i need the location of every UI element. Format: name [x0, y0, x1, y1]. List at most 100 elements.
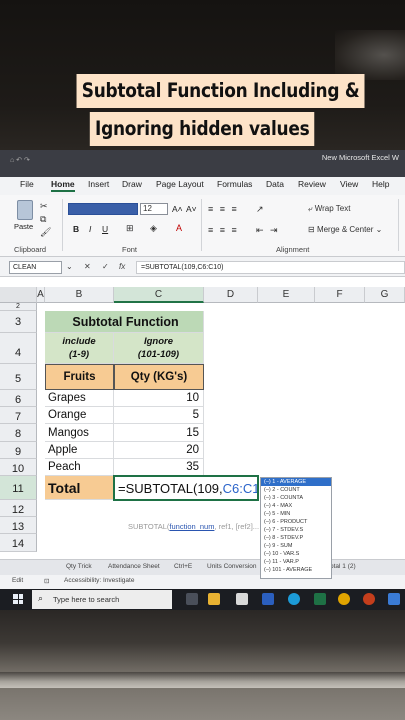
font-color-icon[interactable]: A: [176, 223, 182, 233]
quick-access-toolbar[interactable]: ⌂ ↶ ↷: [10, 156, 46, 166]
bold-button[interactable]: B: [73, 224, 79, 234]
total-formula-cell[interactable]: =SUBTOTAL(109,C6:C10: [113, 475, 259, 501]
wrap-text-button[interactable]: ⤶ Wrap Text: [308, 204, 350, 214]
autocomplete-option[interactable]: (–) 4 - MAX: [261, 502, 331, 510]
paste-button[interactable]: Paste: [14, 200, 36, 236]
col-header-b[interactable]: B: [45, 287, 114, 303]
row-header-9[interactable]: 9: [0, 442, 37, 459]
include-header[interactable]: include (1-9): [45, 333, 114, 364]
fruit-cell[interactable]: Apple: [45, 442, 114, 459]
sheet-tab[interactable]: Attendance Sheet: [108, 563, 160, 570]
namebox-dropdown-icon[interactable]: ⌄: [66, 262, 73, 271]
row-header-11[interactable]: 11: [0, 476, 37, 500]
fill-color-icon[interactable]: ◈: [150, 223, 157, 234]
tab-data[interactable]: Data: [266, 179, 284, 189]
qty-cell[interactable]: 10: [114, 390, 204, 407]
total-label-cell[interactable]: Total: [45, 476, 114, 500]
autocomplete-option[interactable]: (–) 1 - AVERAGE: [261, 478, 331, 486]
qty-cell[interactable]: 20: [114, 442, 204, 459]
autocomplete-option[interactable]: (–) 6 - PRODUCT: [261, 518, 331, 526]
row-header-13[interactable]: 13: [0, 517, 37, 534]
fruits-column-header[interactable]: Fruits: [45, 364, 114, 390]
macro-record-icon[interactable]: ⊡: [44, 577, 49, 585]
tab-draw[interactable]: Draw: [122, 179, 142, 189]
top-align-icon[interactable]: ≡ ≡ ≡: [208, 204, 239, 214]
row-header-10[interactable]: 10: [0, 459, 37, 476]
edge-icon[interactable]: [288, 593, 300, 605]
autocomplete-option[interactable]: (–) 2 - COUNT: [261, 486, 331, 494]
name-box[interactable]: CLEAN: [9, 261, 62, 274]
taskbar-search[interactable]: ⌕ Type here to search: [32, 590, 172, 609]
col-header-a[interactable]: A: [37, 287, 45, 303]
table-title[interactable]: Subtotal Function: [45, 311, 204, 333]
col-header-e[interactable]: E: [258, 287, 315, 303]
function-num-autocomplete[interactable]: (–) 1 - AVERAGE (–) 2 - COUNT (–) 3 - CO…: [260, 477, 332, 579]
qty-cell[interactable]: 35: [114, 459, 204, 476]
tab-review[interactable]: Review: [298, 179, 326, 189]
ignore-header[interactable]: Ignore (101-109): [114, 333, 204, 364]
tab-page-layout[interactable]: Page Layout: [156, 179, 204, 189]
row-header-3[interactable]: 3: [0, 311, 37, 333]
row-header-4[interactable]: 4: [0, 333, 37, 364]
grow-font-icon[interactable]: A˄: [172, 204, 183, 214]
chrome-icon[interactable]: [338, 593, 350, 605]
col-header-f[interactable]: F: [315, 287, 365, 303]
row-header-8[interactable]: 8: [0, 424, 37, 442]
windows-start-icon[interactable]: [13, 594, 23, 604]
tooltip-function-num[interactable]: function_num: [169, 522, 214, 531]
tab-help[interactable]: Help: [372, 179, 389, 189]
fruit-cell[interactable]: Mangos: [45, 424, 114, 442]
row-header-2[interactable]: 2: [0, 303, 37, 311]
formula-input[interactable]: =SUBTOTAL(109,C6:C10): [136, 261, 405, 274]
left-align-icon[interactable]: ≡ ≡ ≡: [208, 225, 239, 235]
tab-file[interactable]: File: [20, 179, 34, 189]
qty-cell[interactable]: 5: [114, 407, 204, 424]
indent-icon[interactable]: ⇤ ⇥: [256, 225, 280, 236]
app-icon[interactable]: [388, 593, 400, 605]
task-view-icon[interactable]: [186, 593, 198, 605]
row-header-5[interactable]: 5: [0, 364, 37, 390]
cut-icon[interactable]: ✂: [40, 201, 48, 212]
powerpoint-icon[interactable]: [363, 593, 375, 605]
cancel-icon[interactable]: ✕: [84, 262, 91, 271]
sheet-tab[interactable]: Ctrl+E: [174, 563, 192, 570]
sheet-tab[interactable]: Units Conversion: [207, 563, 257, 570]
tab-insert[interactable]: Insert: [88, 179, 109, 189]
format-painter-icon[interactable]: 🖌: [40, 227, 51, 238]
autocomplete-option[interactable]: (–) 9 - SUM: [261, 542, 331, 550]
col-header-g[interactable]: G: [365, 287, 405, 303]
qty-column-header[interactable]: Qty (KG's): [114, 364, 204, 390]
insert-function-icon[interactable]: fx: [119, 262, 125, 271]
fruit-cell[interactable]: Orange: [45, 407, 114, 424]
row-header-12[interactable]: 12: [0, 500, 37, 517]
autocomplete-option[interactable]: (–) 3 - COUNTA: [261, 494, 331, 502]
file-explorer-icon[interactable]: [208, 593, 220, 605]
excel-icon[interactable]: [314, 593, 326, 605]
tab-view[interactable]: View: [340, 179, 358, 189]
sheet-tab[interactable]: otal 1 (2): [330, 563, 356, 570]
row-header-7[interactable]: 7: [0, 407, 37, 424]
autocomplete-option[interactable]: (–) 5 - MIN: [261, 510, 331, 518]
qty-cell[interactable]: 15: [114, 424, 204, 442]
orientation-icon[interactable]: ↗: [256, 204, 266, 215]
fruit-cell[interactable]: Grapes: [45, 390, 114, 407]
autocomplete-option[interactable]: (–) 8 - STDEV.P: [261, 534, 331, 542]
col-header-c[interactable]: C: [114, 287, 204, 303]
select-all-corner[interactable]: [0, 287, 37, 303]
italic-button[interactable]: I: [89, 224, 91, 234]
accessibility-status[interactable]: Accessibility: Investigate: [64, 577, 134, 584]
fruit-cell[interactable]: Peach: [45, 459, 114, 476]
autocomplete-option[interactable]: (–) 11 - VAR.P: [261, 558, 331, 566]
shrink-font-icon[interactable]: A˅: [186, 204, 197, 214]
row-header-6[interactable]: 6: [0, 390, 37, 407]
autocomplete-option[interactable]: (–) 10 - VAR.S: [261, 550, 331, 558]
tab-home[interactable]: Home: [51, 179, 75, 192]
borders-icon[interactable]: ⊞: [126, 223, 134, 234]
merge-center-button[interactable]: ⊟ Merge & Center ⌄: [308, 225, 382, 234]
autocomplete-option[interactable]: (–) 7 - STDEV.S: [261, 526, 331, 534]
copy-icon[interactable]: ⧉: [40, 214, 46, 225]
worksheet-grid[interactable]: A B C D E F G 2 3 4 5 6 7 8 9 10 11 12 1…: [0, 277, 405, 559]
col-header-d[interactable]: D: [204, 287, 258, 303]
underline-button[interactable]: U: [102, 224, 108, 234]
tab-formulas[interactable]: Formulas: [217, 179, 252, 189]
